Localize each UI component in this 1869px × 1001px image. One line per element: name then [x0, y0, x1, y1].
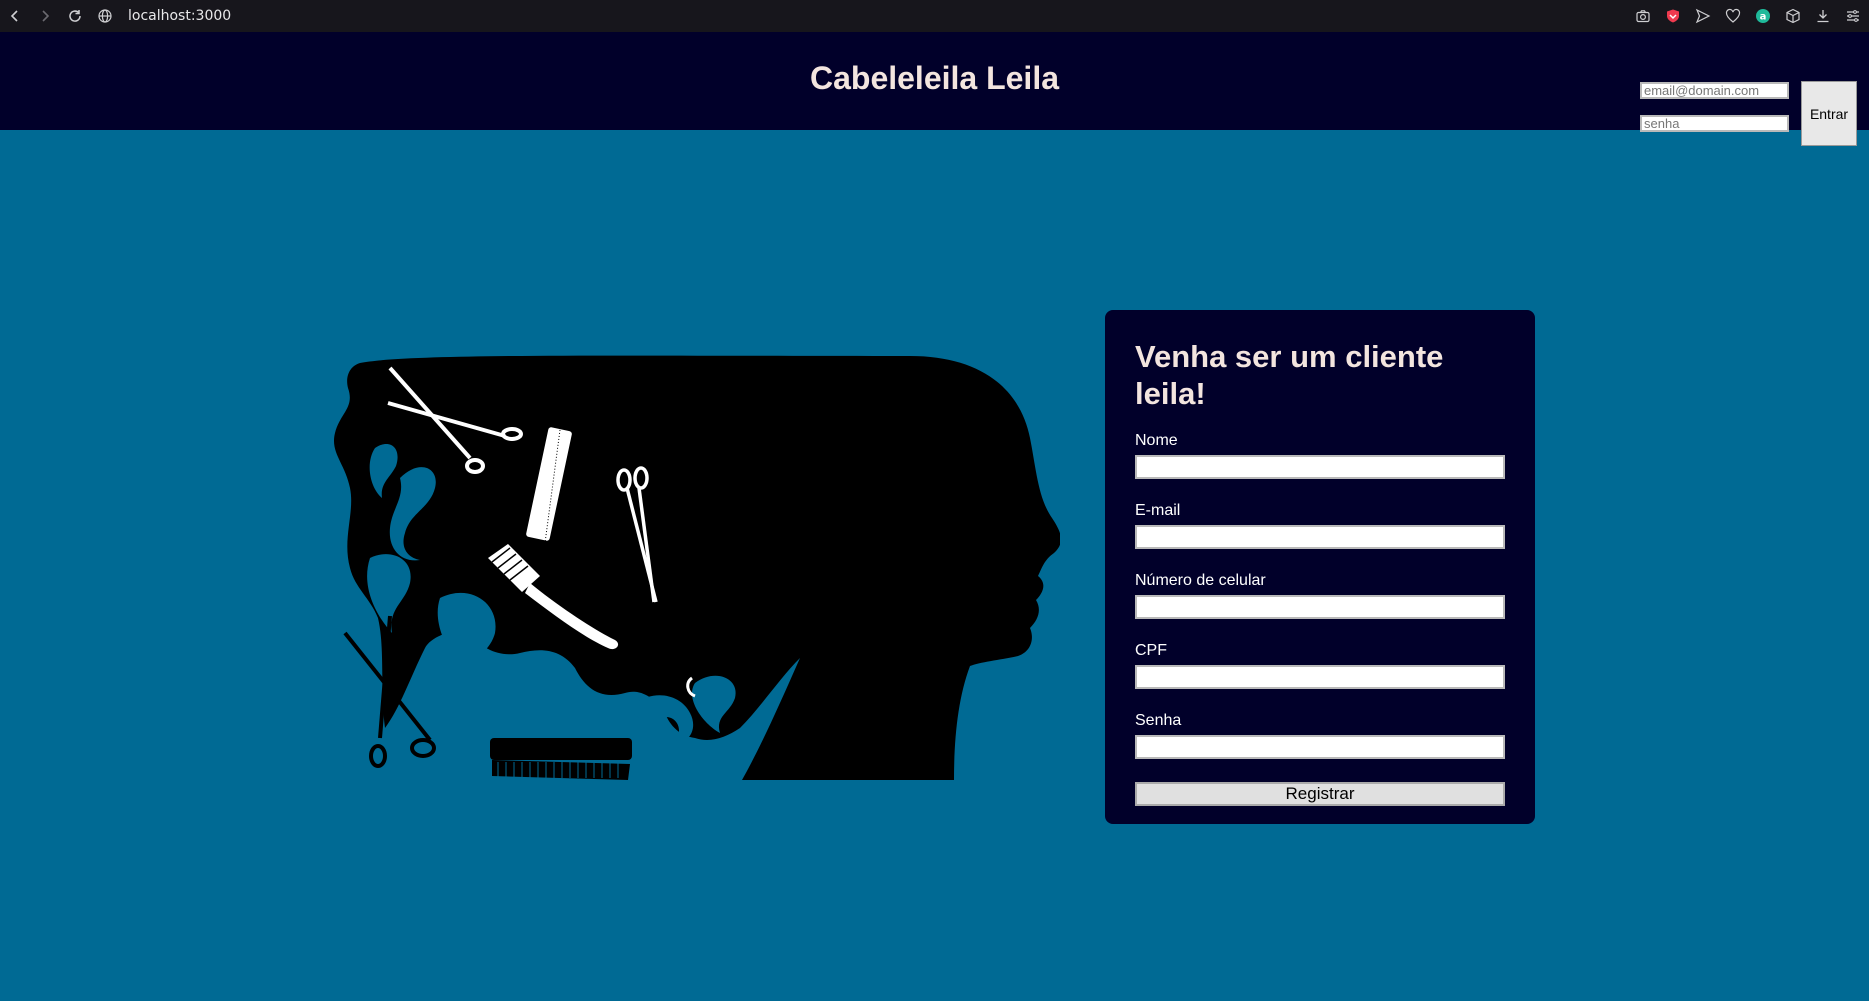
- password-input[interactable]: [1135, 735, 1505, 759]
- forward-icon[interactable]: [30, 3, 60, 29]
- heart-icon[interactable]: [1721, 4, 1745, 28]
- svg-text:a: a: [1760, 12, 1767, 23]
- login-email-input[interactable]: [1640, 82, 1789, 99]
- reload-icon[interactable]: [60, 3, 90, 29]
- salon-head-silhouette: [333, 355, 1061, 780]
- login-password-input[interactable]: [1640, 115, 1789, 132]
- register-card: Venha ser um cliente leila! Nome E-mail …: [1105, 310, 1535, 824]
- browser-toolbar: localhost:3000 a: [0, 0, 1869, 32]
- name-label: Nome: [1135, 432, 1178, 449]
- register-title: Venha ser um cliente leila!: [1135, 339, 1444, 411]
- site-title: Cabeleleila Leila: [809, 60, 1059, 96]
- register-button[interactable]: Registrar: [1135, 782, 1505, 806]
- email-label: E-mail: [1135, 502, 1181, 519]
- password-label: Senha: [1135, 712, 1182, 729]
- back-icon[interactable]: [0, 3, 30, 29]
- camera-icon[interactable]: [1631, 4, 1655, 28]
- cpf-input[interactable]: [1135, 665, 1505, 689]
- email-input[interactable]: [1135, 525, 1505, 549]
- menu-icon[interactable]: [1841, 4, 1865, 28]
- shield-icon[interactable]: [1661, 4, 1685, 28]
- app-header: Cabeleleila Leila Entrar: [0, 32, 1869, 146]
- globe-icon: [90, 3, 120, 29]
- name-input[interactable]: [1135, 455, 1505, 479]
- cpf-label: CPF: [1135, 642, 1167, 659]
- a-icon[interactable]: a: [1751, 4, 1775, 28]
- address-bar-url[interactable]: localhost:3000: [128, 8, 231, 24]
- cube-icon[interactable]: [1781, 4, 1805, 28]
- send-icon[interactable]: [1691, 4, 1715, 28]
- phone-input[interactable]: [1135, 595, 1505, 619]
- download-icon[interactable]: [1811, 4, 1835, 28]
- phone-label: Número de celular: [1135, 572, 1266, 589]
- hero-illustration: [330, 348, 1061, 783]
- login-button[interactable]: Entrar: [1801, 81, 1857, 146]
